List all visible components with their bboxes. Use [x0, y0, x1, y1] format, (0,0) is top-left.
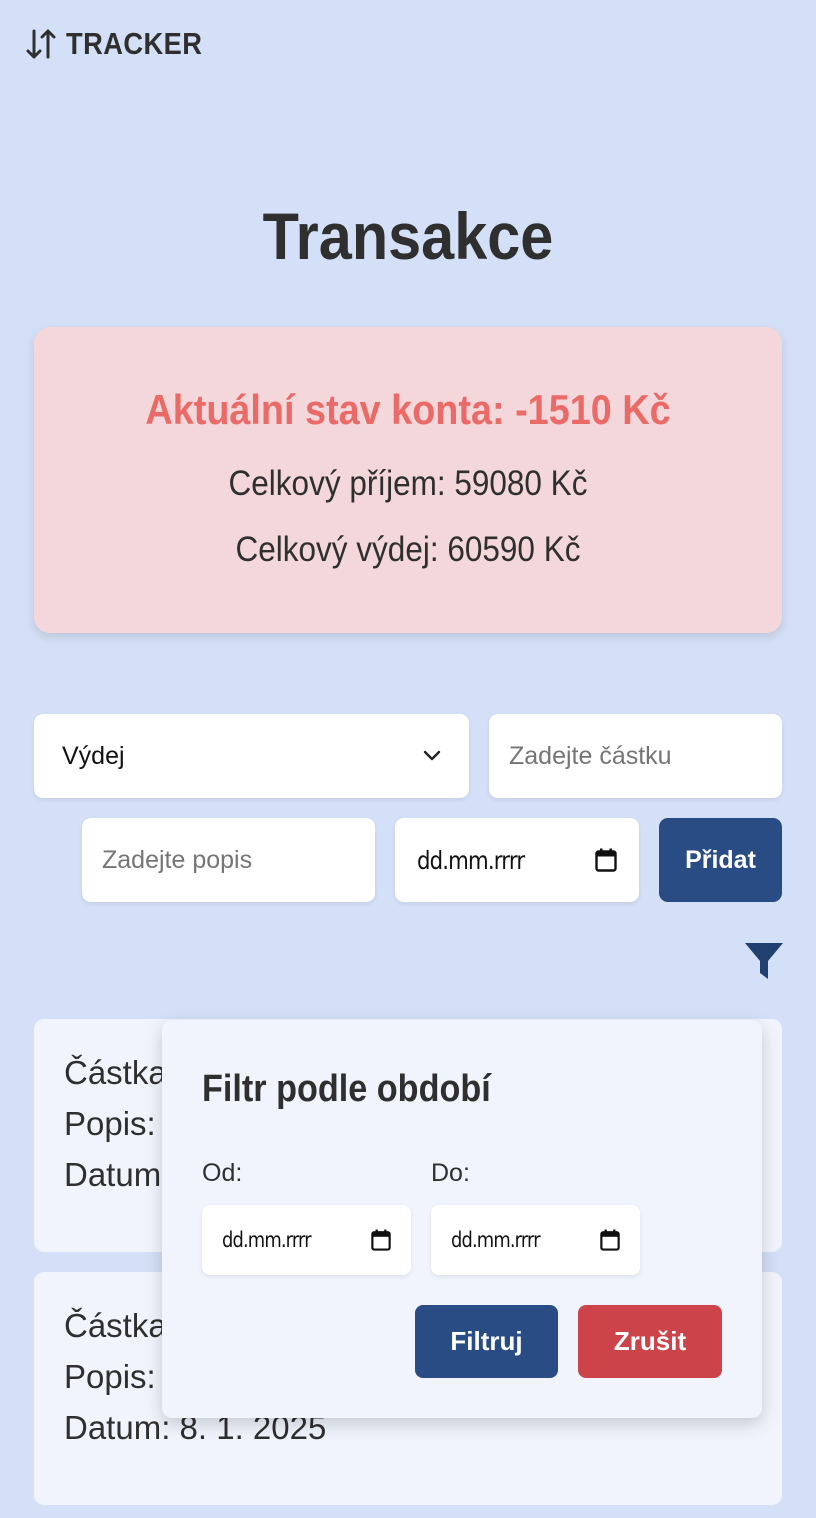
amount-placeholder: Zadejte částku — [509, 741, 672, 770]
transaction-type-select[interactable]: Výdej — [34, 714, 469, 798]
filter-icon[interactable] — [744, 941, 784, 981]
description-input[interactable]: Zadejte popis — [82, 818, 375, 902]
from-date-input[interactable]: dd.mm.rrrr — [202, 1205, 411, 1275]
brand-logo[interactable]: TRACKER — [26, 26, 221, 62]
from-label: Od: — [202, 1159, 243, 1187]
date-input[interactable]: dd.mm.rrrr — [395, 818, 639, 902]
transaction-amount: Částka: — [64, 1307, 176, 1344]
to-label: Do: — [431, 1159, 470, 1187]
brand-name: TRACKER — [66, 26, 203, 61]
transaction-description: Popis: l — [64, 1358, 173, 1395]
to-date-placeholder: dd.mm.rrrr — [451, 1228, 541, 1252]
date-placeholder: dd.mm.rrrr — [417, 845, 525, 875]
calendar-icon[interactable] — [595, 848, 617, 872]
calendar-icon[interactable] — [600, 1229, 620, 1251]
transaction-amount: Částka: — [64, 1054, 176, 1091]
page-title: Transakce — [262, 199, 554, 273]
transaction-type-value: Výdej — [62, 741, 125, 770]
total-income: Celkový příjem: 59080 Kč — [228, 464, 588, 503]
transaction-date: Datum: — [64, 1156, 171, 1193]
swap-vertical-icon — [26, 29, 56, 59]
from-date-placeholder: dd.mm.rrrr — [222, 1228, 312, 1252]
date-filter-popup: Filtr podle období Od: Do: dd.mm.rrrr dd… — [162, 1020, 762, 1418]
filter-title: Filtr podle období — [202, 1068, 491, 1110]
add-transaction-button[interactable]: Přidat — [659, 818, 782, 902]
page: TRACKER Transakce Aktuální stav konta: -… — [0, 0, 816, 1518]
to-date-input[interactable]: dd.mm.rrrr — [431, 1205, 640, 1275]
cancel-filter-button[interactable]: Zrušit — [578, 1305, 722, 1378]
apply-filter-button[interactable]: Filtruj — [415, 1305, 558, 1378]
chevron-down-icon — [423, 750, 441, 761]
account-balance: Aktuální stav konta: -1510 Kč — [145, 386, 671, 433]
amount-input[interactable]: Zadejte částku — [489, 714, 782, 798]
account-summary-card: Aktuální stav konta: -1510 Kč Celkový př… — [34, 327, 782, 633]
total-expense: Celkový výdej: 60590 Kč — [235, 530, 581, 569]
calendar-icon[interactable] — [371, 1229, 391, 1251]
description-placeholder: Zadejte popis — [102, 845, 253, 874]
